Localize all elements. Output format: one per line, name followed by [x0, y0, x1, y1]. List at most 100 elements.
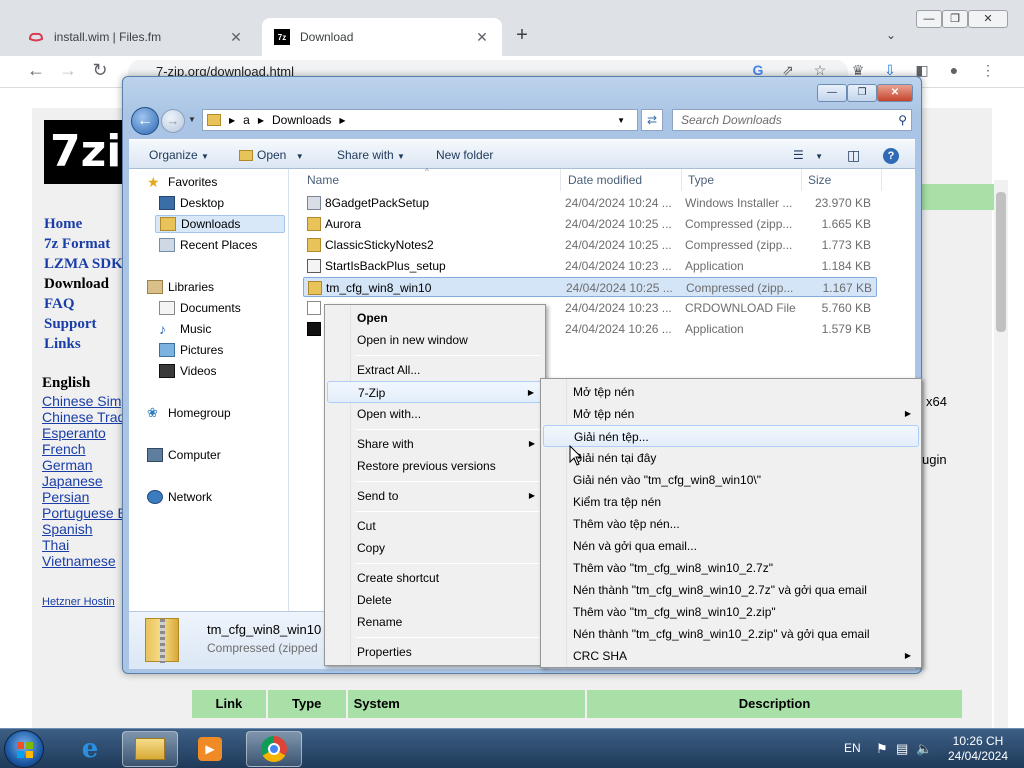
minimize-button[interactable]: —: [916, 10, 942, 28]
menu-item[interactable]: Delete: [327, 589, 543, 611]
menu-item[interactable]: Open: [327, 307, 543, 329]
menu-item[interactable]: Share with ▶: [327, 433, 543, 455]
address-dropdown-icon[interactable]: ▼: [617, 116, 625, 125]
menu-item[interactable]: CRC SHA ▶: [543, 645, 919, 667]
menu-item[interactable]: Open in new window: [327, 329, 543, 351]
taskbar-ie[interactable]: e: [62, 731, 118, 767]
nav-home-link[interactable]: Home: [44, 214, 123, 234]
nav-faq-link[interactable]: FAQ: [44, 294, 123, 314]
favorites-header[interactable]: ★ Favorites: [147, 173, 217, 191]
menu-item[interactable]: Rename: [327, 611, 543, 633]
language-link[interactable]: Vietnamese: [42, 553, 129, 569]
col-date-modified[interactable]: Date modified: [562, 169, 682, 191]
view-options-icon[interactable]: ☰ ▼: [793, 140, 823, 170]
share-with-button[interactable]: Share with ▼: [337, 140, 405, 170]
forward-button[interactable]: →: [161, 109, 185, 133]
volume-muted-icon[interactable]: 🔈: [916, 741, 932, 757]
tab-download[interactable]: 7z Download ✕: [262, 18, 502, 56]
page-scrollbar[interactable]: [994, 180, 1008, 768]
language-link[interactable]: Esperanto: [42, 425, 129, 441]
menu-item[interactable]: Thêm vào tệp nén...: [543, 513, 919, 535]
taskbar-explorer[interactable]: [122, 731, 178, 767]
nav-lzma-sdk-link[interactable]: LZMA SDK: [44, 254, 123, 274]
organize-button[interactable]: Organize ▼: [149, 140, 209, 170]
menu-kebab-icon[interactable]: ⋮: [978, 62, 998, 79]
col-size[interactable]: Size: [802, 169, 882, 191]
explorer-address-bar[interactable]: ▶ a ▶ Downloads ▶ ▼: [202, 109, 638, 131]
explorer-maximize-button[interactable]: ❐: [847, 84, 877, 102]
language-indicator[interactable]: EN: [844, 741, 861, 755]
menu-item[interactable]: Nén và gởi qua email...: [543, 535, 919, 557]
language-link[interactable]: French: [42, 441, 129, 457]
nav-documents[interactable]: Documents: [159, 299, 241, 317]
hetzner-link[interactable]: Hetzner Hostin: [42, 596, 115, 608]
nav-computer[interactable]: Computer: [147, 446, 221, 464]
recent-pages-dropdown-icon[interactable]: ▼: [188, 115, 196, 124]
taskbar-media-player[interactable]: ▶: [182, 731, 238, 767]
breadcrumb-downloads[interactable]: Downloads: [272, 113, 331, 127]
language-link[interactable]: German: [42, 457, 129, 473]
start-button[interactable]: [4, 730, 44, 768]
nav-music[interactable]: ♪ Music: [159, 320, 211, 338]
menu-item[interactable]: Kiểm tra tệp nén: [543, 491, 919, 513]
action-center-flag-icon[interactable]: ⚑: [876, 741, 888, 757]
menu-item[interactable]: Thêm vào "tm_cfg_win8_win10_2.7z": [543, 557, 919, 579]
language-link[interactable]: Portuguese B: [42, 505, 129, 521]
explorer-close-button[interactable]: ✕: [877, 84, 913, 102]
menu-item[interactable]: Nén thành "tm_cfg_win8_win10_2.zip" và g…: [543, 623, 919, 645]
restore-button[interactable]: ❐: [942, 10, 968, 28]
tab-close-icon[interactable]: ✕: [228, 29, 244, 46]
nav-network[interactable]: Network: [147, 488, 212, 506]
file-row-selected[interactable]: tm_cfg_win8_win10 24/04/2024 10:25 ... Com…: [303, 277, 877, 297]
nav-downloads[interactable]: Downloads: [155, 215, 285, 233]
nav-videos[interactable]: Videos: [159, 362, 216, 380]
taskbar-chrome[interactable]: [246, 731, 302, 767]
tab-search-chevron-icon[interactable]: ⌄: [886, 28, 896, 42]
open-button[interactable]: Open ▼: [239, 140, 304, 170]
menu-item[interactable]: Properties: [327, 641, 543, 663]
language-link[interactable]: Persian: [42, 489, 129, 505]
back-button[interactable]: ←: [131, 107, 159, 135]
menu-item[interactable]: Giải nén tệp...: [543, 425, 919, 447]
new-tab-button[interactable]: +: [512, 24, 532, 47]
menu-item[interactable]: Thêm vào "tm_cfg_win8_win10_2.zip": [543, 601, 919, 623]
tab-close-icon[interactable]: ✕: [474, 29, 490, 46]
menu-item[interactable]: Open with...: [327, 403, 543, 425]
back-arrow-icon[interactable]: ←: [24, 60, 48, 81]
menu-item[interactable]: Cut: [327, 515, 543, 537]
menu-item[interactable]: Nén thành "tm_cfg_win8_win10_2.7z" và gở…: [543, 579, 919, 601]
language-link[interactable]: Spanish: [42, 521, 129, 537]
nav-homegroup[interactable]: ❀ Homegroup: [147, 404, 231, 422]
menu-item[interactable]: Giải nén vào "tm_cfg_win8_win10\": [543, 469, 919, 491]
language-link[interactable]: Chinese Trad: [42, 409, 129, 425]
language-link[interactable]: Chinese Simp: [42, 393, 129, 409]
search-icon[interactable]: ⚲: [898, 110, 907, 130]
menu-item[interactable]: Giải nén tại đây: [543, 447, 919, 469]
menu-item[interactable]: Create shortcut: [327, 567, 543, 589]
nav-pictures[interactable]: Pictures: [159, 341, 223, 359]
network-tray-icon[interactable]: ▤: [896, 741, 908, 757]
explorer-minimize-button[interactable]: —: [817, 84, 847, 102]
breadcrumb-a[interactable]: a: [243, 113, 250, 127]
language-link[interactable]: Japanese: [42, 473, 129, 489]
menu-item[interactable]: Send to ▶: [327, 485, 543, 507]
libraries-header[interactable]: Libraries: [147, 278, 214, 296]
nav-7z-format-link[interactable]: 7z Format: [44, 234, 123, 254]
clock[interactable]: 10:26 CH 24/04/2024: [938, 734, 1018, 764]
profile-avatar-icon[interactable]: ●: [944, 62, 964, 78]
nav-support-link[interactable]: Support: [44, 314, 123, 334]
file-row[interactable]: 8GadgetPackSetup 24/04/2024 10:24 ... Wind…: [303, 193, 877, 213]
nav-desktop[interactable]: Desktop: [159, 194, 224, 212]
file-row[interactable]: Aurora 24/04/2024 10:25 ... Compressed (zi…: [303, 214, 877, 234]
tab-files-fm[interactable]: install.wim | Files.fm ✕: [16, 18, 256, 56]
menu-item[interactable]: Mở tệp nén ▶: [543, 403, 919, 425]
forward-arrow-icon[interactable]: →: [56, 60, 80, 81]
file-row[interactable]: StartIsBackPlus_setup 24/04/2024 10:23 ..…: [303, 256, 877, 276]
close-button[interactable]: ✕: [968, 10, 1008, 28]
language-link[interactable]: Thai: [42, 537, 129, 553]
new-folder-button[interactable]: New folder: [436, 140, 493, 170]
scroll-thumb[interactable]: [996, 192, 1006, 332]
help-icon[interactable]: ?: [883, 140, 899, 170]
file-row[interactable]: ClassicStickyNotes2 24/04/2024 10:25 ... C…: [303, 235, 877, 255]
col-name[interactable]: Name: [301, 169, 561, 191]
